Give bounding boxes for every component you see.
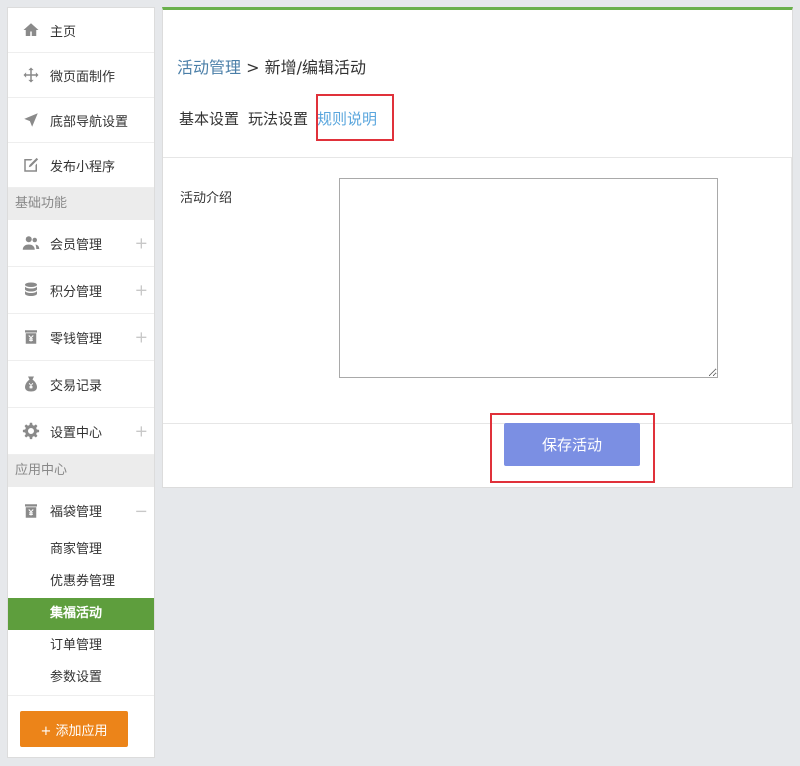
home-icon bbox=[21, 20, 41, 40]
sidebar-item-settings[interactable]: 设置中心 + bbox=[8, 408, 154, 455]
activity-intro-textarea[interactable] bbox=[339, 178, 718, 378]
money-bag-icon bbox=[21, 374, 41, 394]
sidebar-item-label: 微页面制作 bbox=[50, 69, 116, 85]
add-app-button[interactable]: + 添加应用 bbox=[20, 711, 128, 747]
rules-form: 活动介绍 bbox=[163, 157, 792, 424]
sidebar-item-label: 会员管理 bbox=[50, 237, 103, 253]
sidebar-item-members[interactable]: 会员管理 + bbox=[8, 220, 154, 267]
submenu-item-coupons[interactable]: 优惠券管理 bbox=[8, 566, 154, 598]
expand-icon[interactable]: + bbox=[135, 281, 148, 300]
submenu-item-collect-fortune[interactable]: 集福活动 bbox=[8, 598, 154, 630]
sidebar-item-home[interactable]: 主页 bbox=[8, 8, 154, 53]
tab-bar: 基本设置 玩法设置 规则说明 bbox=[179, 108, 386, 129]
navigation-arrow-icon bbox=[21, 110, 41, 130]
yen-jar-icon bbox=[21, 327, 41, 347]
sidebar-item-points[interactable]: 积分管理 + bbox=[8, 267, 154, 314]
sidebar-item-micro-page[interactable]: 微页面制作 bbox=[8, 53, 154, 98]
move-arrows-icon bbox=[21, 65, 41, 85]
section-title-apps: 应用中心 bbox=[8, 455, 154, 487]
breadcrumb: 活动管理 > 新增/编辑活动 bbox=[177, 54, 366, 78]
lucky-bag-submenu: 商家管理 优惠券管理 集福活动 订单管理 参数设置 bbox=[8, 534, 154, 696]
tab-gameplay-settings[interactable]: 玩法设置 bbox=[248, 108, 308, 129]
sidebar-item-label: 零钱管理 bbox=[50, 331, 103, 347]
users-icon bbox=[21, 233, 41, 253]
database-icon bbox=[21, 280, 41, 300]
sidebar-item-label: 福袋管理 bbox=[50, 505, 103, 520]
activity-intro-label: 活动介绍 bbox=[180, 191, 233, 206]
sidebar-item-publish[interactable]: 发布小程序 bbox=[8, 143, 154, 188]
sidebar-item-label: 设置中心 bbox=[50, 425, 103, 441]
sidebar-item-transactions[interactable]: 交易记录 bbox=[8, 361, 154, 408]
breadcrumb-current: 新增/编辑活动 bbox=[264, 58, 366, 77]
submenu-item-merchants[interactable]: 商家管理 bbox=[8, 534, 154, 566]
tab-basic-settings[interactable]: 基本设置 bbox=[179, 108, 239, 129]
gear-icon bbox=[21, 421, 41, 441]
submenu-item-params[interactable]: 参数设置 bbox=[8, 662, 154, 694]
expand-icon[interactable]: + bbox=[135, 422, 148, 441]
sidebar-item-lucky-bag[interactable]: 福袋管理 − bbox=[8, 487, 154, 534]
sidebar-item-label: 积分管理 bbox=[50, 284, 103, 300]
sidebar-item-bottom-nav[interactable]: 底部导航设置 bbox=[8, 98, 154, 143]
breadcrumb-separator: > bbox=[241, 58, 265, 77]
sidebar: 主页 微页面制作 底部导航设置 发布小程序 基础功能 会员管理 + 积分管理 + bbox=[7, 7, 155, 758]
main-panel: 活动管理 > 新增/编辑活动 基本设置 玩法设置 规则说明 活动介绍 保存活动 bbox=[162, 7, 793, 488]
sidebar-item-label: 发布小程序 bbox=[50, 159, 116, 175]
sidebar-item-change[interactable]: 零钱管理 + bbox=[8, 314, 154, 361]
submenu-item-orders[interactable]: 订单管理 bbox=[8, 630, 154, 662]
edit-square-icon bbox=[21, 155, 41, 175]
breadcrumb-link-activity-management[interactable]: 活动管理 bbox=[177, 58, 241, 77]
sidebar-item-label: 底部导航设置 bbox=[50, 114, 129, 130]
tab-rules[interactable]: 规则说明 bbox=[317, 108, 377, 129]
yen-jar-icon bbox=[21, 501, 41, 521]
save-activity-button[interactable]: 保存活动 bbox=[504, 423, 640, 466]
sidebar-item-label: 交易记录 bbox=[50, 378, 103, 394]
sidebar-item-label: 主页 bbox=[50, 24, 77, 40]
collapse-icon[interactable]: − bbox=[135, 501, 148, 520]
section-title-basic: 基础功能 bbox=[8, 188, 154, 220]
expand-icon[interactable]: + bbox=[135, 234, 148, 253]
expand-icon[interactable]: + bbox=[135, 328, 148, 347]
